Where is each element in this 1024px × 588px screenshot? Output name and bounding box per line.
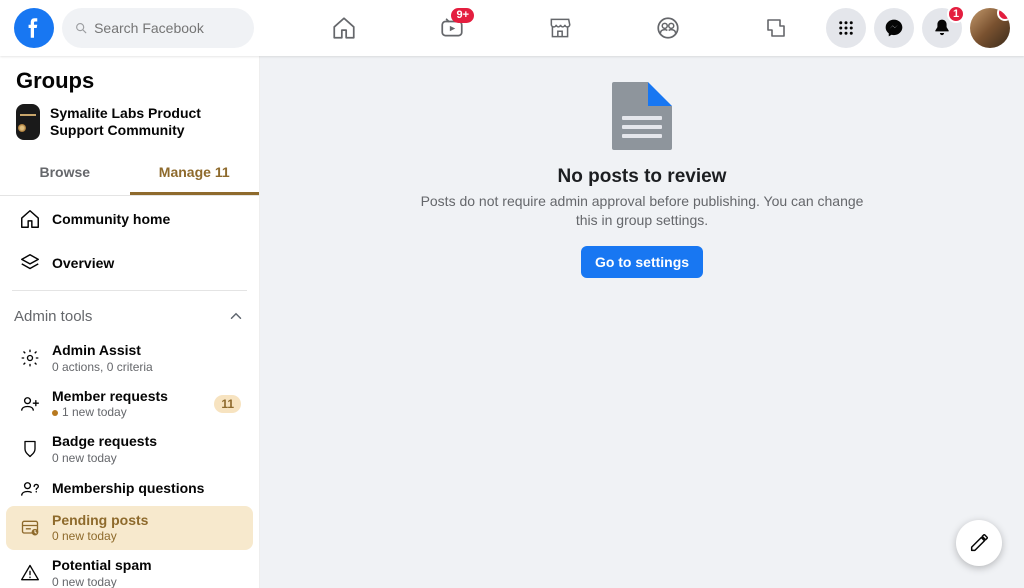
account-avatar[interactable]	[970, 8, 1010, 48]
sidebar-title: Groups	[0, 56, 259, 98]
nav-overview-label: Overview	[52, 255, 114, 271]
item-membership-questions[interactable]: Membership questions	[6, 473, 253, 505]
tab-manage[interactable]: Manage11	[130, 152, 260, 195]
item-pending-posts[interactable]: Pending posts 0 new today	[6, 506, 253, 551]
nav-overview[interactable]: Overview	[6, 242, 253, 284]
search-input-wrap[interactable]	[62, 8, 254, 48]
nav-marketplace[interactable]	[510, 4, 610, 52]
item-member-requests[interactable]: Member requests 1 new today 11	[6, 382, 253, 427]
item-member-requests-label: Member requests	[52, 388, 168, 406]
groups-icon	[655, 15, 681, 41]
divider	[12, 290, 247, 291]
home-outline-icon	[18, 208, 42, 230]
group-selector[interactable]: Symalite Labs Product Support Community	[0, 98, 259, 150]
search-input[interactable]	[94, 20, 242, 36]
header-left	[0, 8, 288, 48]
gaming-icon	[764, 16, 788, 40]
app-header: 9+ 1	[0, 0, 1024, 56]
empty-state: No posts to review Posts do not require …	[260, 82, 1024, 278]
item-potential-spam-label: Potential spam	[52, 557, 152, 575]
item-admin-assist-sub: 0 actions, 0 criteria	[52, 360, 153, 375]
sidebar-tabs: Browse Manage11	[0, 152, 259, 196]
layers-icon	[18, 252, 42, 274]
home-icon	[331, 15, 357, 41]
item-membership-questions-label: Membership questions	[52, 480, 204, 498]
section-admin-tools-label: Admin tools	[14, 308, 92, 325]
empty-state-description: Posts do not require admin approval befo…	[412, 192, 872, 230]
compose-icon	[968, 532, 990, 554]
nav-groups[interactable]	[618, 4, 718, 52]
item-badge-requests-label: Badge requests	[52, 433, 157, 451]
user-plus-icon	[18, 394, 42, 414]
item-potential-spam-sub: 0 new today	[52, 575, 152, 588]
header-center: 9+	[288, 4, 826, 52]
section-admin-tools[interactable]: Admin tools	[0, 297, 259, 335]
nav-watch[interactable]: 9+	[402, 4, 502, 52]
grid-icon	[837, 19, 855, 37]
item-pending-posts-label: Pending posts	[52, 512, 148, 530]
tab-manage-label: Manage	[159, 164, 211, 180]
notifications-button[interactable]: 1	[922, 8, 962, 48]
warning-icon	[18, 563, 42, 583]
item-admin-assist[interactable]: Admin Assist 0 actions, 0 criteria	[6, 336, 253, 381]
nav-community-home[interactable]: Community home	[6, 198, 253, 240]
nav-community-home-label: Community home	[52, 211, 170, 227]
tab-browse[interactable]: Browse	[0, 152, 130, 195]
bell-icon	[932, 18, 952, 38]
empty-state-title: No posts to review	[260, 166, 1024, 188]
item-pending-posts-sub: 0 new today	[52, 529, 148, 544]
nav-home[interactable]	[294, 4, 394, 52]
menu-button[interactable]	[826, 8, 866, 48]
item-potential-spam[interactable]: Potential spam 0 new today	[6, 551, 253, 588]
top-nav-tabs: 9+	[294, 4, 826, 52]
item-badge-requests[interactable]: Badge requests 0 new today	[6, 427, 253, 472]
question-user-icon	[18, 479, 42, 499]
watch-badge: 9+	[451, 8, 474, 23]
item-admin-assist-label: Admin Assist	[52, 342, 153, 360]
item-member-requests-badge: 11	[214, 395, 241, 413]
nav-gaming[interactable]	[726, 4, 826, 52]
header-right: 1	[826, 8, 1024, 48]
main-content: No posts to review Posts do not require …	[260, 56, 1024, 588]
pending-posts-icon	[18, 518, 42, 538]
search-icon	[74, 20, 88, 36]
messenger-button[interactable]	[874, 8, 914, 48]
marketplace-icon	[547, 15, 573, 41]
notifications-badge: 1	[947, 5, 965, 23]
gear-icon	[18, 348, 42, 368]
chevron-up-icon	[227, 307, 245, 325]
sidebar: Groups Symalite Labs Product Support Com…	[0, 56, 260, 588]
go-to-settings-button[interactable]: Go to settings	[581, 246, 703, 278]
messenger-icon	[884, 18, 904, 38]
facebook-icon	[21, 15, 47, 41]
document-illustration-icon	[612, 82, 672, 150]
tab-manage-count: 11	[215, 164, 230, 180]
group-thumbnail	[16, 104, 40, 140]
item-badge-requests-sub: 0 new today	[52, 451, 157, 466]
facebook-logo[interactable]	[14, 8, 54, 48]
badge-icon	[18, 439, 42, 459]
compose-fab[interactable]	[956, 520, 1002, 566]
item-member-requests-sub: 1 new today	[52, 405, 168, 420]
group-name: Symalite Labs Product Support Community	[50, 105, 243, 139]
